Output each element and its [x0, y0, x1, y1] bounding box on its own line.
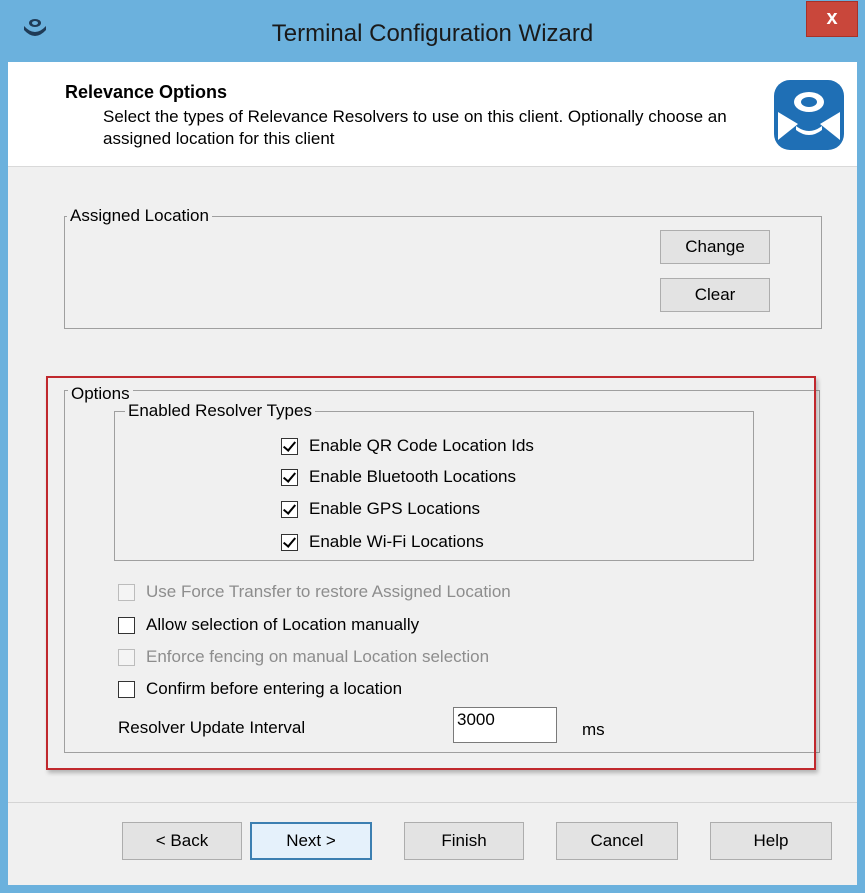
back-button[interactable]: < Back: [122, 822, 242, 860]
help-button[interactable]: Help: [710, 822, 832, 860]
close-button[interactable]: x: [806, 1, 858, 37]
title-bar[interactable]: Terminal Configuration Wizard x: [0, 0, 865, 62]
change-button[interactable]: Change: [660, 230, 770, 264]
wizard-header: Relevance Options Select the types of Re…: [8, 62, 857, 167]
options-highlight-box: [46, 376, 816, 770]
user-logo-icon: [774, 80, 844, 150]
clear-button[interactable]: Clear: [660, 278, 770, 312]
cancel-button[interactable]: Cancel: [556, 822, 678, 860]
window-title: Terminal Configuration Wizard: [271, 20, 594, 47]
wizard-window: Terminal Configuration Wizard x Relevanc…: [0, 0, 865, 893]
footer-separator: [8, 802, 857, 803]
assigned-location-legend: Assigned Location: [67, 206, 212, 226]
finish-button[interactable]: Finish: [404, 822, 524, 860]
next-button[interactable]: Next >: [250, 822, 372, 860]
dialog-client-area: Relevance Options Select the types of Re…: [8, 62, 857, 885]
page-description: Select the types of Relevance Resolvers …: [103, 107, 727, 148]
page-title: Relevance Options: [65, 82, 228, 102]
